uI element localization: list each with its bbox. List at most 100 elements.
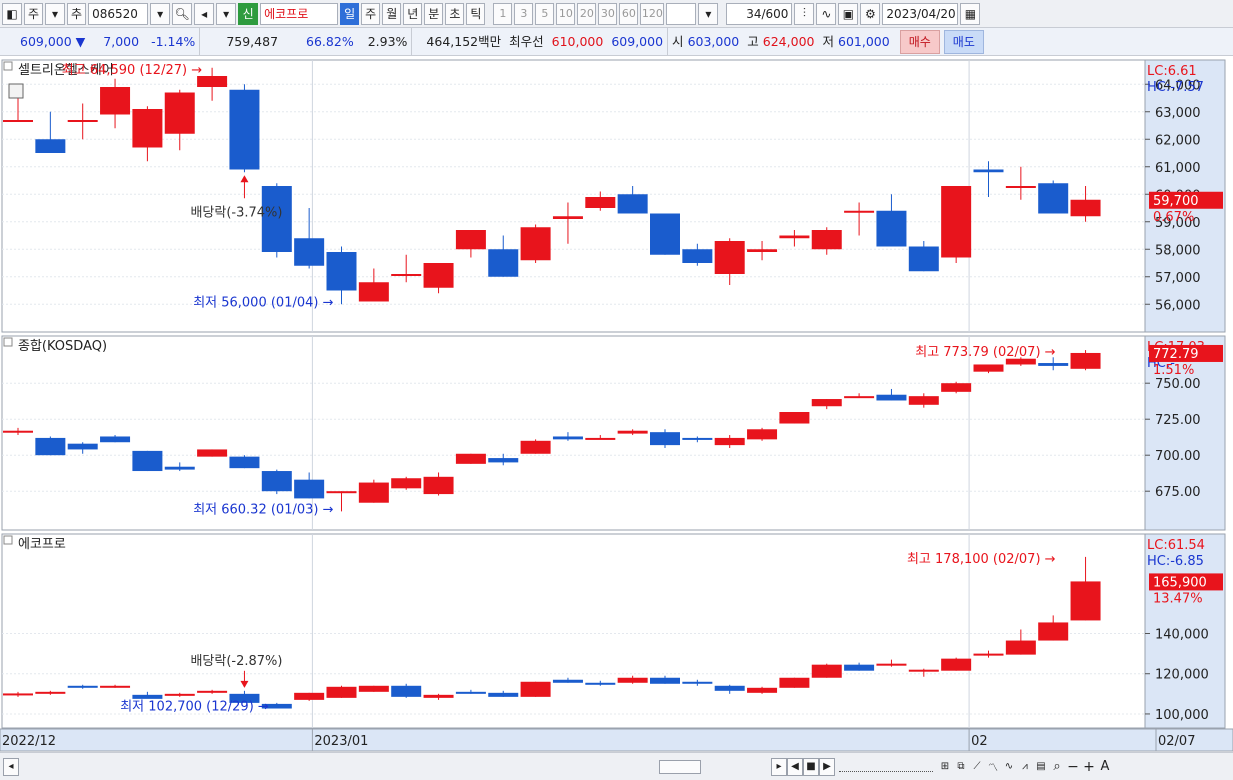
date-input[interactable]: 2023/04/20 xyxy=(882,2,959,25)
chart-toolbar: ◧ 주 ▾ 추 086520 ▾ 🔍︎ ◂ ▾ 신 에코프로 일 주 월 년 분… xyxy=(0,0,1233,28)
add-button[interactable]: 추 xyxy=(67,2,87,25)
candle-body xyxy=(132,450,163,472)
scroll-thumb[interactable] xyxy=(659,759,701,774)
chart-copy-icon[interactable]: ▤ xyxy=(1033,758,1049,776)
count-input[interactable]: 34/600 xyxy=(726,2,793,25)
candle-body xyxy=(423,694,454,698)
interval-3[interactable]: 3 xyxy=(514,2,534,25)
chevron-down-icon[interactable]: ▾ xyxy=(45,2,66,25)
candle-body xyxy=(67,120,98,122)
speaker-icon[interactable]: ◂ xyxy=(194,2,215,25)
candle-body xyxy=(520,440,551,454)
candle-body xyxy=(3,120,33,122)
y-tick-label: 57,000 xyxy=(1155,271,1201,286)
candle xyxy=(229,455,260,469)
draw-tools-icon[interactable]: ⟋ xyxy=(969,758,985,776)
calendar-icon[interactable]: ▦ xyxy=(960,2,981,25)
scroll-left-icon[interactable]: ◂ xyxy=(3,757,19,776)
candle-body xyxy=(3,430,33,433)
period-week[interactable]: 주 xyxy=(361,2,381,25)
period-minute[interactable]: 분 xyxy=(424,2,444,25)
stop-icon[interactable]: ■ xyxy=(803,757,819,776)
interval-1[interactable]: 1 xyxy=(493,2,513,25)
zoom-slider[interactable] xyxy=(839,761,933,772)
window-icon[interactable]: ◧ xyxy=(2,2,22,25)
period-year[interactable]: 년 xyxy=(403,2,423,25)
period-second[interactable]: 초 xyxy=(445,2,465,25)
step-forward-icon[interactable]: ▶ xyxy=(819,757,835,776)
candle-body xyxy=(650,677,680,684)
candle-body xyxy=(35,691,66,694)
candle-body xyxy=(488,458,519,463)
candle-body xyxy=(67,443,98,450)
candle-body xyxy=(488,249,519,277)
save-icon[interactable]: ▣ xyxy=(838,2,859,25)
pane-collapse-icon xyxy=(3,337,13,347)
y-tick-label: 100,000 xyxy=(1155,708,1209,723)
interval-5[interactable]: 5 xyxy=(535,2,555,25)
y-tick-label: 63,000 xyxy=(1155,106,1201,121)
high-annotation: 최고 64,590 (12/27) → xyxy=(62,63,202,78)
candle xyxy=(35,436,66,456)
candle-body xyxy=(326,491,357,494)
candle xyxy=(132,450,163,472)
y-tick-label: 675.00 xyxy=(1155,485,1201,500)
font-size-icon[interactable]: A xyxy=(1097,758,1113,776)
interval-input[interactable] xyxy=(666,2,697,25)
y-tick-label: 120,000 xyxy=(1155,668,1209,683)
sell-button[interactable]: 매도 xyxy=(943,29,984,54)
candle-body xyxy=(1070,581,1101,621)
scroll-right-icon[interactable]: ▸ xyxy=(771,757,787,776)
step-back-icon[interactable]: ◀ xyxy=(787,757,803,776)
candle xyxy=(520,439,551,454)
magnifier-icon[interactable]: ⌕ xyxy=(1049,758,1065,776)
candle xyxy=(455,453,486,464)
candle-body xyxy=(908,396,939,405)
wave-icon[interactable]: ∿ xyxy=(1001,758,1017,776)
price-chart-area[interactable]: 56,00057,00058,00059,00060,00061,00062,0… xyxy=(0,56,1233,752)
period-tick[interactable]: 틱 xyxy=(466,2,486,25)
x-axis: 2022/12 2023/01 02 02/07 xyxy=(0,728,1233,752)
pattern-icon[interactable]: ⩘ xyxy=(1017,758,1033,776)
candle-type-icon[interactable]: ⫶ xyxy=(794,2,815,25)
candle-body xyxy=(876,394,907,401)
high-label: 고 xyxy=(747,33,759,49)
candle xyxy=(941,657,972,671)
interval-dropdown-icon[interactable]: ▾ xyxy=(698,2,719,25)
zoom-in-icon[interactable]: + xyxy=(1081,758,1097,776)
event-annotation: 배당락(-2.87%) xyxy=(190,654,282,669)
candle-body xyxy=(973,653,1004,656)
interval-10[interactable]: 10 xyxy=(556,2,576,25)
buy-button[interactable]: 매수 xyxy=(899,29,940,54)
candle-body xyxy=(844,664,875,671)
candle-body xyxy=(585,437,616,440)
y-tick-label: 58,000 xyxy=(1155,243,1201,258)
interval-30[interactable]: 30 xyxy=(598,2,618,25)
stock-code-input[interactable]: 086520 xyxy=(88,2,149,25)
low-annotation: 최저 660.32 (01/03) → xyxy=(193,502,333,517)
candle xyxy=(391,476,422,490)
chart-type-select[interactable]: 주 xyxy=(24,2,44,25)
period-day[interactable]: 일 xyxy=(340,2,360,25)
candle xyxy=(358,479,389,503)
period-month[interactable]: 월 xyxy=(382,2,402,25)
grid-icon[interactable]: ⊞ xyxy=(937,758,953,776)
high-annotation: 최고 178,100 (02/07) → xyxy=(907,552,1056,567)
trend-icon[interactable]: 〽 xyxy=(985,758,1001,776)
gear-icon[interactable]: ⚙ xyxy=(860,2,881,25)
candle-body xyxy=(779,412,810,424)
layout-icon[interactable]: ⧉ xyxy=(953,758,969,776)
interval-60[interactable]: 60 xyxy=(619,2,639,25)
interval-120[interactable]: 120 xyxy=(640,2,665,25)
interval-20[interactable]: 20 xyxy=(577,2,597,25)
code-dropdown-icon[interactable]: ▾ xyxy=(150,2,171,25)
zoom-out-icon[interactable]: − xyxy=(1065,758,1081,776)
line-tool-icon[interactable]: ∿ xyxy=(816,2,837,25)
menu-chevron-icon[interactable]: ▾ xyxy=(216,2,237,25)
low-label: 저 xyxy=(822,33,834,49)
candle-body xyxy=(132,109,163,148)
y-tick-label: 700.00 xyxy=(1155,449,1201,464)
search-icon[interactable]: 🔍︎ xyxy=(172,2,193,25)
stock-name-field[interactable]: 에코프로 xyxy=(260,2,339,25)
table-icon xyxy=(8,83,24,99)
